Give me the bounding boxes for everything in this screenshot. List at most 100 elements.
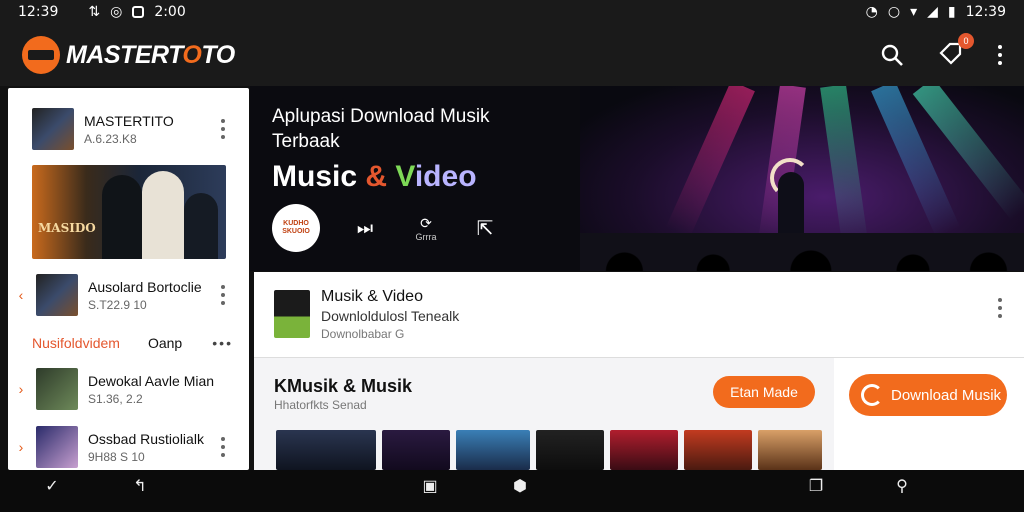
poster-figure bbox=[142, 171, 184, 259]
download-musik-button[interactable]: Download Musik bbox=[849, 374, 1007, 416]
item-thumbnail bbox=[36, 274, 78, 316]
content-panel: Musik & Video Downloldulosl Tenealk Down… bbox=[254, 272, 1024, 470]
repeat-button[interactable]: ⟳ Grrra bbox=[408, 204, 444, 252]
poster-figure bbox=[102, 175, 142, 259]
poster-figure bbox=[184, 193, 218, 259]
brand-o: O bbox=[182, 40, 202, 69]
app-icon-a: ◎ bbox=[110, 4, 123, 20]
card-menu-icon[interactable] bbox=[998, 298, 1002, 318]
thumbnail[interactable] bbox=[758, 430, 822, 470]
chevron-right-icon: › bbox=[18, 439, 24, 455]
back-gesture-icon[interactable]: ↰ bbox=[110, 476, 170, 508]
status-bar: 12:39 ⇅ ◎ 2:00 ◔ ○ ▾ ◢ ▮ 12:39 bbox=[0, 0, 1024, 24]
item-menu-icon[interactable] bbox=[221, 437, 225, 457]
thumbnail[interactable] bbox=[610, 430, 678, 470]
notification-badge: 0 bbox=[958, 32, 974, 49]
item-title: Dewokal Aavle Mian bbox=[88, 372, 215, 389]
poster-text: MASIDO bbox=[38, 221, 96, 235]
album-disc-button[interactable]: KUDHO SKUOIO bbox=[272, 204, 320, 252]
brand-pre: MASTERT bbox=[66, 40, 183, 69]
status-time-mid: 2:00 bbox=[154, 4, 186, 20]
thumbnail-strip bbox=[276, 430, 828, 470]
card-line3: Downolbabar G bbox=[321, 327, 405, 341]
featured-title: MASTERTITO bbox=[84, 112, 174, 129]
concert-image bbox=[580, 86, 1024, 271]
tab-active[interactable]: Nusifoldvidem bbox=[32, 335, 120, 351]
item-thumbnail bbox=[36, 368, 78, 410]
hero-title-amp: & bbox=[365, 160, 388, 193]
hero-title: Music & Video bbox=[272, 160, 477, 194]
thumbnail[interactable] bbox=[536, 430, 604, 470]
item-subtitle: S.T22.9 10 bbox=[88, 297, 147, 312]
section-subtitle: Hhatorfkts Senad bbox=[274, 398, 367, 412]
logo-icon bbox=[22, 36, 60, 74]
thumbnail[interactable] bbox=[684, 430, 752, 470]
music-card[interactable]: Musik & Video Downloldulosl Tenealk Down… bbox=[254, 272, 1024, 358]
download-icon bbox=[861, 384, 883, 406]
bottom-nav-bar: ✓ ↰ ▣ ⬢ ❐ ⚲ bbox=[0, 470, 1024, 512]
status-time-left: 12:39 bbox=[18, 4, 59, 20]
item-title: Ossbad Rustiolialk bbox=[88, 430, 204, 447]
download-label: Download Musik bbox=[891, 386, 1002, 404]
sidebar-item[interactable]: ‹ Ausolard Bortoclie S.T22.9 10 bbox=[8, 274, 249, 316]
item-subtitle: S1.36, 2.2 bbox=[88, 391, 143, 406]
featured-subtitle: A.6.23.K8 bbox=[84, 131, 137, 146]
skip-next-icon[interactable]: ⏭ bbox=[350, 204, 380, 252]
item-subtitle: 9H88 S 10 bbox=[88, 449, 145, 464]
performer-figure bbox=[778, 172, 804, 238]
app-bar: MASTERTOTO 0 bbox=[0, 24, 1024, 86]
notification-button[interactable]: 0 bbox=[938, 32, 974, 70]
cell-signal-icon: ◢ bbox=[927, 4, 938, 20]
disc-label: KUDHO SKUOIO bbox=[282, 220, 310, 235]
signal-icon: ⇅ bbox=[88, 4, 101, 20]
item-menu-icon[interactable] bbox=[221, 285, 225, 305]
sidebar-tabs: Nusifoldvidem Oanp ••• bbox=[8, 333, 249, 353]
card-artwork bbox=[274, 290, 310, 338]
featured-poster[interactable]: MASIDO bbox=[32, 165, 226, 259]
home-icon[interactable]: ⬢ bbox=[490, 476, 550, 508]
card-title: Musik & Video bbox=[321, 288, 423, 305]
search-nav-icon[interactable]: ⚲ bbox=[872, 476, 932, 508]
recents-icon[interactable]: ❐ bbox=[786, 476, 846, 508]
battery-icon: ▮ bbox=[947, 4, 956, 20]
brand-title: MASTERTOTO bbox=[66, 41, 235, 70]
chevron-right-icon: › bbox=[18, 381, 24, 397]
sidebar-item[interactable]: › Ossbad Rustiolialk 9H88 S 10 bbox=[8, 426, 249, 468]
sync-icon: ○ bbox=[887, 4, 901, 20]
more-icon[interactable]: ••• bbox=[212, 335, 233, 351]
crowd-silhouette bbox=[580, 241, 1024, 271]
repeat-label: Grrra bbox=[415, 231, 437, 242]
tab-other[interactable]: Oanp bbox=[148, 335, 182, 351]
share-icon[interactable]: ⇱ bbox=[470, 204, 500, 252]
screenshot-icon[interactable]: ▣ bbox=[400, 476, 460, 508]
brand-post: TO bbox=[201, 40, 235, 69]
featured-item[interactable]: MASTERTITO A.6.23.K8 bbox=[8, 108, 249, 150]
sidebar: MASTERTITO A.6.23.K8 MASIDO ‹ Ausolard B… bbox=[8, 88, 249, 470]
sidebar-item[interactable]: › Dewokal Aavle Mian S1.36, 2.2 bbox=[8, 368, 249, 410]
card-line2: Downloldulosl Tenealk bbox=[321, 308, 460, 324]
thumbnail[interactable] bbox=[456, 430, 530, 470]
section-pill-button[interactable]: Etan Made bbox=[713, 376, 815, 408]
status-time-right: 12:39 bbox=[965, 4, 1006, 20]
repeat-icon: ⟳ bbox=[420, 214, 432, 231]
section-title: KMusik & Musik bbox=[274, 376, 413, 396]
thumbnail[interactable] bbox=[276, 430, 376, 470]
item-title: Ausolard Bortoclie bbox=[88, 278, 202, 295]
hero-title-v: V bbox=[387, 160, 415, 193]
featured-menu-icon[interactable] bbox=[221, 119, 225, 139]
check-icon[interactable]: ✓ bbox=[22, 476, 82, 508]
featured-thumbnail bbox=[32, 108, 74, 150]
thumbnail[interactable] bbox=[382, 430, 450, 470]
hero-title-a: Music bbox=[272, 160, 366, 193]
item-thumbnail bbox=[36, 426, 78, 468]
overflow-menu-icon[interactable] bbox=[998, 45, 1002, 65]
app-bar-actions: 0 bbox=[880, 32, 1002, 70]
app-icon-b bbox=[132, 6, 145, 18]
search-icon[interactable] bbox=[880, 43, 904, 67]
hero-title-rest: ideo bbox=[414, 160, 477, 193]
chevron-left-icon: ‹ bbox=[18, 287, 24, 303]
hero-banner: Aplupasi Download Musik Terbaak Music & … bbox=[250, 86, 1024, 271]
hero-subtitle: Aplupasi Download Musik Terbaak bbox=[272, 106, 490, 152]
screen: { "status_bar": {"time_left": "12:39", "… bbox=[0, 0, 1024, 512]
alarm-icon: ◔ bbox=[865, 4, 878, 20]
